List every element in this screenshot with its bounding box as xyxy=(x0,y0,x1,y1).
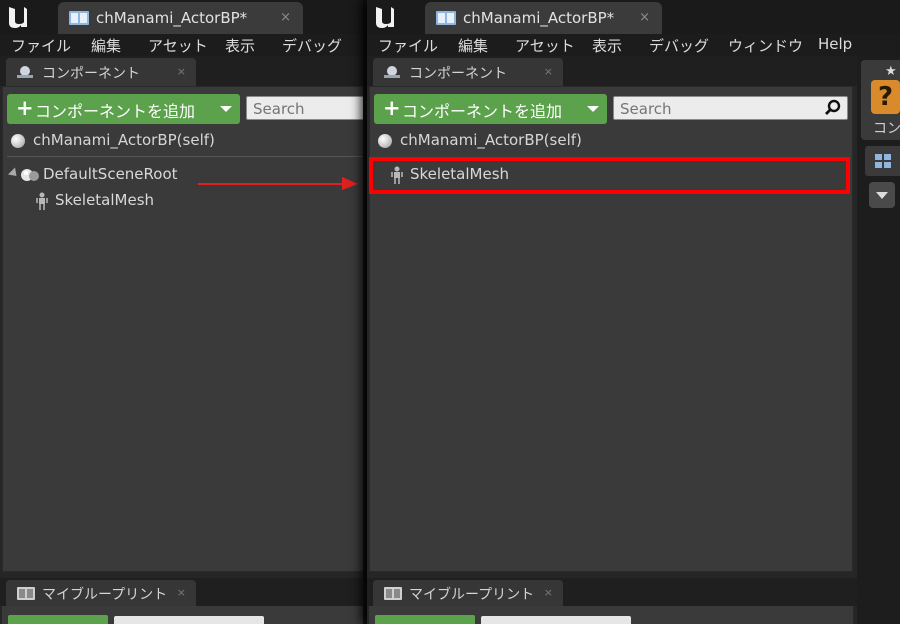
menu-asset[interactable]: アセット xyxy=(148,35,208,56)
add-new-button[interactable] xyxy=(375,615,475,624)
blueprint-book-icon xyxy=(436,11,456,25)
side-toolbar: ★ ? コン xyxy=(857,56,900,624)
grid-button[interactable] xyxy=(865,146,900,176)
close-panel-icon[interactable]: × xyxy=(177,586,186,599)
menu-view[interactable]: 表示 xyxy=(592,35,622,56)
self-row[interactable]: chManami_ActorBP(self) xyxy=(3,127,363,155)
unreal-logo-icon[interactable] xyxy=(4,3,34,31)
close-panel-icon[interactable]: × xyxy=(544,586,553,599)
tab-my-blueprint[interactable]: マイブループリント × xyxy=(6,580,196,606)
menu-file[interactable]: ファイル xyxy=(11,35,71,56)
plus-icon: + xyxy=(16,96,34,120)
components-panel: + コンポーネントを追加 chManami_ActorBP(self) Defa… xyxy=(2,86,363,572)
self-label: chManami_ActorBP(self) xyxy=(33,131,215,149)
side-card-label: コン xyxy=(873,121,900,137)
menu-file[interactable]: ファイル xyxy=(378,35,438,56)
blueprint-editor-before: chManami_ActorBP* × ファイル 編集 アセット 表示 デバッグ… xyxy=(0,0,363,624)
document-tab-title: chManami_ActorBP* xyxy=(463,9,615,27)
my-blueprint-panel xyxy=(2,606,363,624)
add-component-button[interactable]: + コンポーネントを追加 xyxy=(374,94,607,124)
dropdown-button[interactable] xyxy=(869,182,895,208)
self-row[interactable]: chManami_ActorBP(self) xyxy=(370,127,852,155)
close-tab-icon[interactable]: × xyxy=(639,10,650,25)
blueprint-book-icon xyxy=(384,587,402,600)
menu-bar: ファイル 編集 アセット 表示 デバッグ xyxy=(0,34,363,56)
close-tab-icon[interactable]: × xyxy=(280,10,291,25)
search-input[interactable] xyxy=(246,96,363,120)
blueprint-search-input[interactable] xyxy=(481,616,631,624)
tab-my-blueprint-label: マイブループリント xyxy=(42,587,168,603)
menu-window[interactable]: ウィンドウ xyxy=(728,35,803,56)
close-panel-icon[interactable]: × xyxy=(177,65,186,78)
title-bar: chManami_ActorBP* × xyxy=(0,0,363,34)
add-component-label: コンポーネントを追加 xyxy=(402,102,563,121)
search-icon[interactable] xyxy=(824,99,842,117)
sphere-icon xyxy=(378,134,392,148)
tab-my-blueprint[interactable]: マイブループリント × xyxy=(373,580,563,606)
my-blueprint-header: マイブループリント × xyxy=(0,578,363,606)
grid-icon xyxy=(875,154,891,168)
menu-debug[interactable]: デバッグ xyxy=(649,35,709,56)
chevron-down-icon xyxy=(220,106,232,112)
tab-my-blueprint-label: マイブループリント xyxy=(409,587,535,603)
menu-view[interactable]: 表示 xyxy=(225,35,255,56)
document-tab[interactable]: chManami_ActorBP* × xyxy=(58,2,303,34)
tab-components[interactable]: コンポーネント × xyxy=(6,58,196,86)
tab-components-label: コンポーネント xyxy=(409,66,507,82)
components-panel-header: コンポーネント × xyxy=(367,56,900,86)
add-component-button[interactable]: + コンポーネントを追加 xyxy=(7,94,240,124)
my-blueprint-panel xyxy=(369,606,853,624)
tab-components-label: コンポーネント xyxy=(42,66,140,82)
unreal-logo-icon[interactable] xyxy=(371,3,401,31)
tree-item-label: DefaultSceneRoot xyxy=(43,165,178,183)
blueprint-book-icon xyxy=(17,587,35,600)
tree-item-label: SkeletalMesh xyxy=(55,191,155,209)
blueprint-editor-after: chManami_ActorBP* × ファイル 編集 アセット 表示 デバッグ… xyxy=(367,0,900,624)
tree-item-skeletal-mesh[interactable]: SkeletalMesh xyxy=(3,189,363,213)
components-panel-header: コンポーネント × xyxy=(0,56,363,86)
blueprint-book-icon xyxy=(69,11,89,25)
document-tab[interactable]: chManami_ActorBP* × xyxy=(425,2,662,34)
class-settings-button[interactable]: ★ ? コン xyxy=(861,60,900,140)
menu-bar: ファイル 編集 アセット 表示 デバッグ ウィンドウ Help xyxy=(367,34,900,56)
skeletal-mesh-icon xyxy=(36,192,48,210)
title-bar: chManami_ActorBP* × xyxy=(367,0,900,34)
self-label: chManami_ActorBP(self) xyxy=(400,131,582,149)
search-input[interactable] xyxy=(613,96,848,120)
document-tab-title: chManami_ActorBP* xyxy=(96,9,248,27)
question-icon: ? xyxy=(871,80,900,114)
sphere-icon xyxy=(11,134,25,148)
menu-help[interactable]: Help xyxy=(818,35,852,53)
tab-components[interactable]: コンポーネント × xyxy=(373,58,563,86)
components-icon xyxy=(384,66,400,78)
arrow-icon xyxy=(198,177,358,190)
chevron-down-icon xyxy=(587,106,599,112)
my-blueprint-header: マイブループリント × xyxy=(367,578,900,606)
highlight-box xyxy=(369,157,850,194)
add-component-label: コンポーネントを追加 xyxy=(35,102,196,121)
plus-icon: + xyxy=(383,96,401,120)
menu-debug[interactable]: デバッグ xyxy=(282,35,342,56)
star-icon: ★ xyxy=(885,64,897,79)
dropdown-icon xyxy=(876,192,888,199)
search-box xyxy=(613,96,848,120)
scene-root-icon xyxy=(21,169,39,181)
menu-edit[interactable]: 編集 xyxy=(458,35,488,56)
components-icon xyxy=(17,66,33,78)
blueprint-search-input[interactable] xyxy=(114,616,264,624)
close-panel-icon[interactable]: × xyxy=(544,65,553,78)
menu-edit[interactable]: 編集 xyxy=(91,35,121,56)
add-new-button[interactable] xyxy=(8,615,108,624)
divider xyxy=(7,156,363,157)
menu-asset[interactable]: アセット xyxy=(515,35,575,56)
